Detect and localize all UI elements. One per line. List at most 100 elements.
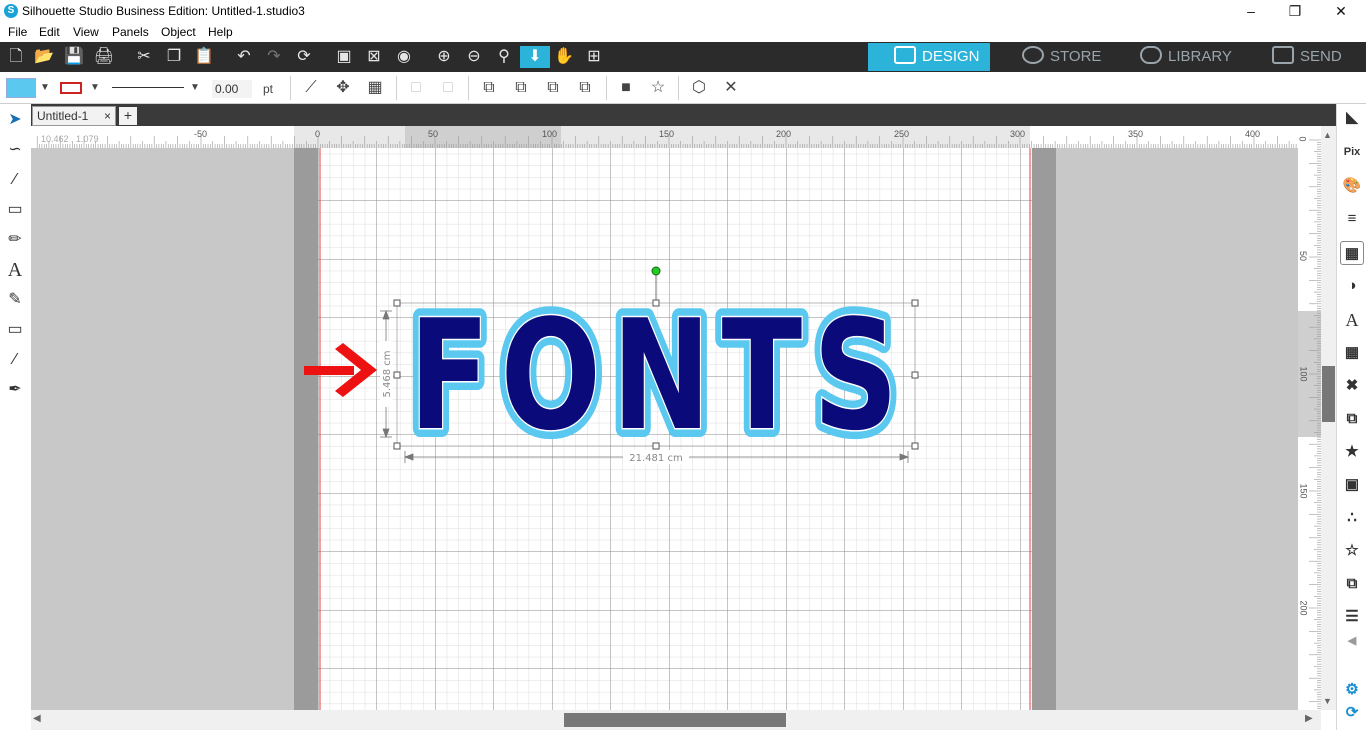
menu-edit[interactable]: Edit bbox=[39, 25, 60, 39]
design-canvas[interactable]: FONTS FONTS 21.481 cm 5.468 cm bbox=[31, 148, 1298, 710]
line-style-dropdown-icon[interactable]: ▼ bbox=[184, 78, 206, 98]
tab-design[interactable]: DESIGN bbox=[868, 43, 990, 71]
replicate-panel-icon[interactable]: ⧉ bbox=[1340, 407, 1364, 431]
menu-help[interactable]: Help bbox=[208, 25, 233, 39]
send-to-back-icon[interactable]: ⧉ bbox=[510, 78, 532, 98]
text-tool-icon[interactable]: A bbox=[3, 258, 27, 282]
scroll-right-icon[interactable]: ▶ bbox=[1305, 713, 1313, 724]
select-tool-icon[interactable]: ➤ bbox=[3, 108, 27, 132]
fonts-design-object[interactable]: FONTS FONTS bbox=[400, 278, 909, 473]
menu-panels[interactable]: Panels bbox=[112, 25, 149, 39]
redo-icon[interactable]: ↷ bbox=[262, 46, 286, 68]
resize-handle[interactable] bbox=[652, 299, 660, 307]
line-style-preview[interactable] bbox=[112, 87, 184, 88]
line-style-icon[interactable]: ≡ bbox=[1340, 207, 1364, 231]
tab-store[interactable]: STORE bbox=[1012, 43, 1122, 71]
restore-button[interactable]: ❐ bbox=[1272, 0, 1318, 22]
resize-handle[interactable] bbox=[393, 442, 401, 450]
align-icon[interactable]: ▦ bbox=[364, 78, 386, 98]
deselect-icon[interactable]: ⊠ bbox=[362, 46, 386, 68]
rhinestone-icon[interactable]: ∴ bbox=[1340, 506, 1364, 530]
bring-to-front-icon[interactable]: ⧉ bbox=[478, 78, 500, 98]
eraser-tool-icon[interactable]: ▭ bbox=[3, 318, 27, 342]
menu-file[interactable]: File bbox=[8, 25, 27, 39]
vertical-scrollbar[interactable]: ▲ ▼ bbox=[1321, 126, 1336, 710]
line-width-input[interactable]: 0.00 bbox=[212, 80, 252, 98]
collapse-panel-icon[interactable]: ◀ bbox=[1340, 629, 1364, 653]
scroll-left-icon[interactable]: ◀ bbox=[33, 713, 41, 724]
sketch-tool-icon[interactable]: ✎ bbox=[3, 288, 27, 312]
rectangle-tool-icon[interactable]: ▭ bbox=[3, 198, 27, 222]
menu-view[interactable]: View bbox=[73, 25, 99, 39]
line-tool-icon[interactable]: ∕ bbox=[3, 168, 27, 192]
tab-library[interactable]: LIBRARY bbox=[1136, 43, 1254, 71]
send-backward-icon[interactable]: ⧉ bbox=[574, 78, 596, 98]
copy-icon[interactable]: ❐ bbox=[162, 46, 186, 68]
horizontal-scrollbar[interactable]: ◀ ▶ bbox=[31, 710, 1321, 730]
design-store-star-icon[interactable]: ☆ bbox=[1340, 539, 1364, 563]
menu-object[interactable]: Object bbox=[161, 25, 196, 39]
zoom-in-icon[interactable]: ⊕ bbox=[432, 46, 456, 68]
fill-color-swatch[interactable] bbox=[6, 78, 36, 98]
offset-panel-icon[interactable]: ★ bbox=[1340, 440, 1364, 464]
replicate-icon[interactable]: ⬡ bbox=[688, 78, 710, 98]
vertical-scroll-thumb[interactable] bbox=[1322, 366, 1335, 422]
sync-icon[interactable]: ⟳ bbox=[1340, 701, 1364, 725]
open-folder-icon[interactable]: 📂 bbox=[32, 46, 56, 68]
resize-handle[interactable] bbox=[393, 299, 401, 307]
fill-palette-icon[interactable]: 🎨 bbox=[1340, 174, 1364, 198]
pixscan-icon[interactable]: Pix bbox=[1340, 140, 1364, 164]
redraw-icon[interactable]: ⟳ bbox=[292, 46, 316, 68]
line-color-swatch[interactable] bbox=[60, 82, 82, 94]
eyedropper-tool-icon[interactable]: ✒ bbox=[3, 378, 27, 402]
bring-forward-icon[interactable]: ⧉ bbox=[542, 78, 564, 98]
page-setup-icon[interactable]: ◣ bbox=[1340, 106, 1364, 130]
resize-handle[interactable] bbox=[393, 371, 401, 379]
weld-icon[interactable]: ■ bbox=[615, 78, 637, 98]
pan-hand-icon[interactable]: ✋ bbox=[552, 46, 576, 68]
save-icon[interactable]: 💾 bbox=[62, 46, 86, 68]
select-by-color-icon[interactable]: ◉ bbox=[392, 46, 416, 68]
minimize-button[interactable]: – bbox=[1228, 0, 1274, 22]
scroll-up-icon[interactable]: ▲ bbox=[1323, 130, 1332, 140]
resize-handle[interactable] bbox=[652, 442, 660, 450]
transparency-icon[interactable]: ◑ bbox=[1340, 274, 1364, 298]
horizontal-scroll-thumb[interactable] bbox=[564, 713, 786, 727]
resize-handle[interactable] bbox=[911, 371, 919, 379]
ungroup-icon[interactable]: □ bbox=[437, 78, 459, 98]
rotate-handle[interactable] bbox=[651, 266, 661, 276]
add-tab-button[interactable]: + bbox=[119, 107, 137, 125]
group-icon[interactable]: □ bbox=[405, 78, 427, 98]
pencil-tool-icon[interactable]: ✏ bbox=[3, 228, 27, 252]
scroll-down-icon[interactable]: ▼ bbox=[1323, 696, 1332, 706]
transform-icon[interactable]: ✖ bbox=[1340, 374, 1364, 398]
text-style-icon[interactable]: A bbox=[1340, 308, 1364, 332]
fit-to-page-icon[interactable]: ⬇ bbox=[520, 46, 550, 68]
sketch-panel-icon[interactable]: ☰ bbox=[1340, 605, 1364, 629]
cut-icon[interactable]: ✂ bbox=[132, 46, 156, 68]
offset-star-icon[interactable]: ☆ bbox=[647, 78, 669, 98]
fill-pattern-icon[interactable]: ▦ bbox=[1340, 241, 1364, 265]
close-window-button[interactable]: ✕ bbox=[1318, 0, 1364, 22]
select-all-icon[interactable]: ▣ bbox=[332, 46, 356, 68]
paste-icon[interactable]: 📋 bbox=[192, 46, 216, 68]
tab-send[interactable]: SEND bbox=[1268, 43, 1364, 71]
document-tab[interactable]: Untitled-1 × bbox=[32, 106, 116, 126]
knife-tool-icon[interactable]: ∕ bbox=[3, 348, 27, 372]
align-panel-icon[interactable]: ▦ bbox=[1340, 341, 1364, 365]
fill-dropdown-icon[interactable]: ▼ bbox=[34, 78, 56, 98]
undo-icon[interactable]: ↶ bbox=[232, 46, 256, 68]
zoom-selection-icon[interactable]: ⚲ bbox=[492, 46, 516, 68]
line-color-dropdown-icon[interactable]: ▼ bbox=[84, 78, 106, 98]
new-file-icon[interactable]: 🗋 bbox=[4, 46, 28, 68]
delete-icon[interactable]: ✕ bbox=[720, 78, 742, 98]
print-icon[interactable]: 🖨 bbox=[92, 46, 116, 68]
move-icon[interactable]: ✥ bbox=[332, 78, 354, 98]
fit-to-window-icon[interactable]: ⊞ bbox=[582, 46, 606, 68]
point-edit-icon[interactable]: ∽ bbox=[3, 138, 27, 162]
line-tool-icon[interactable]: ⟋ bbox=[300, 78, 322, 98]
layers-icon[interactable]: ⧉ bbox=[1340, 572, 1364, 596]
settings-gear-icon[interactable]: ⚙ bbox=[1340, 678, 1364, 702]
trace-icon[interactable]: ▣ bbox=[1340, 473, 1364, 497]
resize-handle[interactable] bbox=[911, 442, 919, 450]
